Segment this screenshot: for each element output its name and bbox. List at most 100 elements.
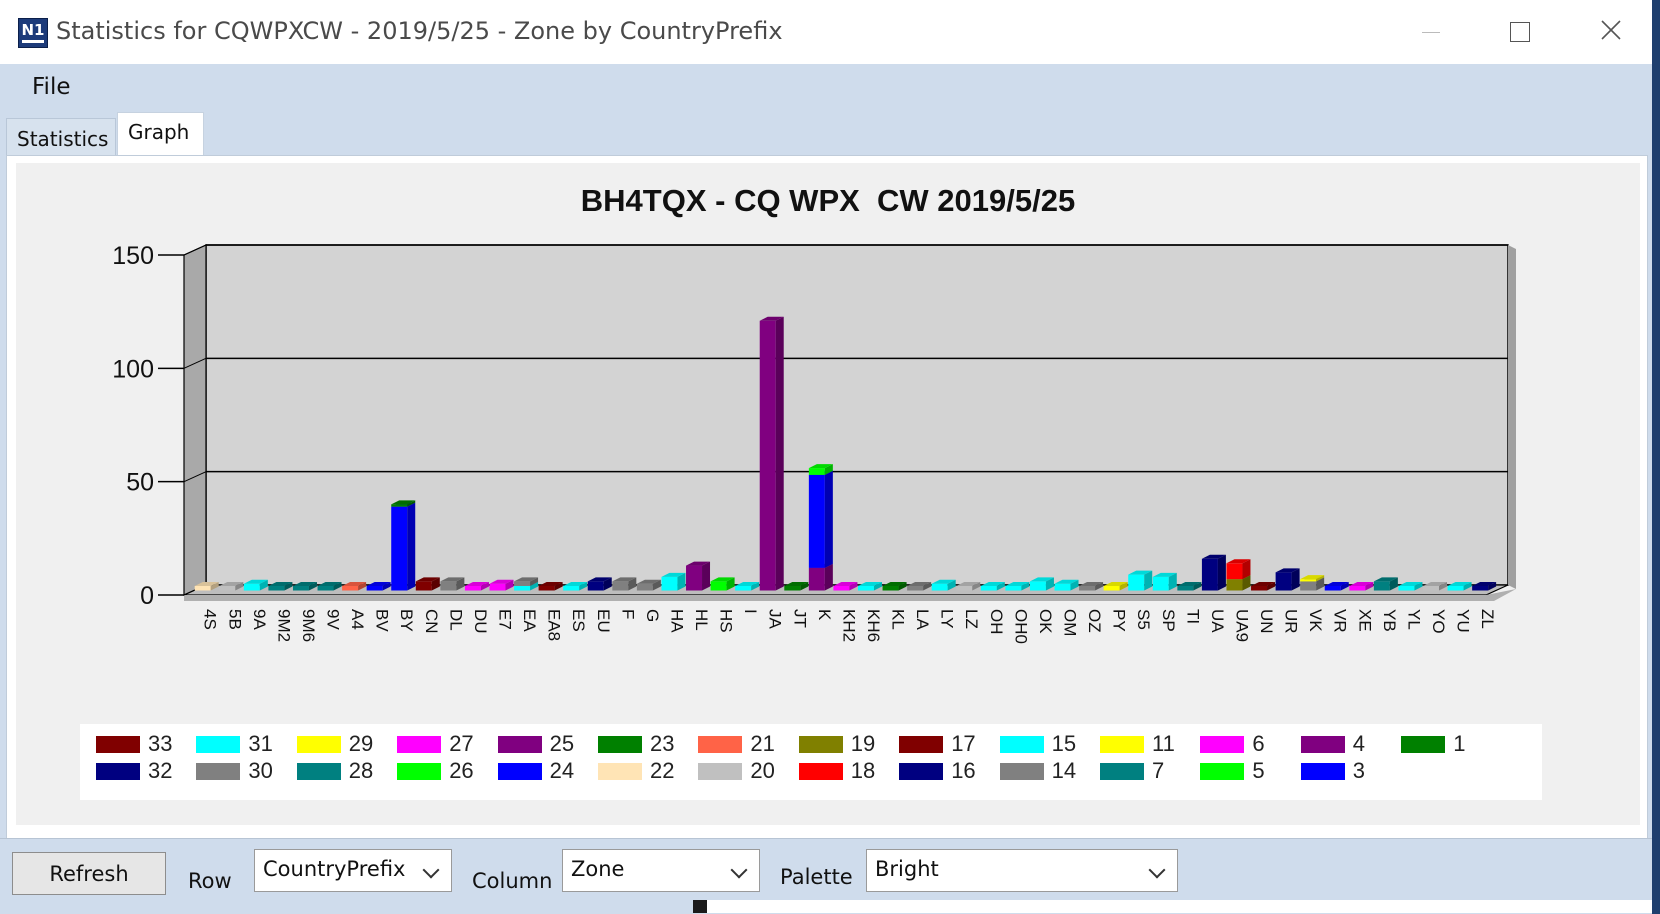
bar-segment (980, 585, 997, 591)
bar-segment (686, 565, 703, 591)
y-tick-label: 0 (140, 582, 154, 610)
legend-swatch (497, 736, 542, 753)
x-tick-label: XE (1355, 609, 1374, 632)
bar-segment (1079, 585, 1096, 591)
legend-swatch (1200, 763, 1245, 780)
legend-swatch (1100, 736, 1144, 753)
palette-select-value: Bright (875, 857, 939, 881)
chevron-down-icon (1148, 861, 1166, 879)
legend-swatch (296, 736, 341, 753)
legend-label: 24 (549, 758, 575, 783)
x-tick-label: HA (667, 609, 686, 633)
legend-label: 15 (1051, 731, 1077, 756)
bar-segment (219, 585, 236, 591)
bar-segment (342, 585, 359, 591)
bar-segment (1349, 585, 1366, 591)
bar-segment (735, 585, 752, 591)
x-tick-label: JA (766, 609, 785, 630)
legend-label: 4 (1352, 731, 1366, 756)
bar-segment (1226, 579, 1243, 591)
bar-segment-side (824, 563, 833, 591)
bar-segment (931, 583, 948, 591)
chart-left-wall (183, 244, 207, 596)
palette-select[interactable]: Bright (866, 849, 1178, 892)
legend-swatch (698, 736, 743, 753)
bar-segment (1054, 583, 1071, 591)
x-tick-label: OM (1061, 609, 1080, 636)
bar-segment (1472, 585, 1489, 591)
x-tick-label: E7 (495, 609, 514, 630)
minimize-button[interactable] (1400, 10, 1460, 54)
y-tick-label: 50 (126, 469, 154, 497)
bar-segment (661, 576, 678, 591)
refresh-button[interactable]: Refresh (12, 852, 166, 895)
x-tick-label: HL (692, 609, 711, 631)
tab-graph[interactable]: Graph (117, 112, 204, 158)
bar-segment (808, 474, 825, 568)
bar-segment (1398, 585, 1415, 591)
legend-label: 7 (1152, 758, 1165, 783)
row-select-value: CountryPrefix (263, 857, 406, 881)
x-tick-label: 9V (324, 609, 343, 630)
column-select[interactable]: Zone (562, 849, 760, 892)
legend-label: 14 (1051, 758, 1077, 783)
legend-swatch (1401, 736, 1446, 753)
x-tick-label: UR (1282, 609, 1301, 634)
legend-swatch (1200, 736, 1245, 753)
x-tick-label: KH2 (839, 609, 858, 642)
close-icon (1601, 20, 1621, 40)
close-button[interactable] (1580, 10, 1640, 54)
bar-segment (1177, 585, 1194, 591)
x-tick-label: BY (397, 609, 416, 632)
bar-segment (1373, 581, 1390, 591)
bar-segment (857, 585, 874, 591)
bar-segment (882, 585, 899, 591)
bar-segment-side (775, 316, 784, 591)
menu-file[interactable]: File (32, 74, 71, 100)
legend-label: 27 (449, 731, 474, 756)
row-select[interactable]: CountryPrefix (254, 849, 452, 892)
legend-swatch (598, 736, 642, 753)
bar-segment (514, 581, 531, 586)
legend-label: 29 (348, 731, 374, 756)
x-tick-label: OK (1036, 609, 1055, 634)
bar-segment (268, 585, 285, 591)
bar-segment-side (702, 561, 711, 591)
x-tick-label: 9M6 (299, 609, 318, 642)
bar-segment (808, 567, 825, 591)
legend-swatch (798, 736, 843, 753)
bar-segment (391, 506, 408, 591)
bar-segment (956, 585, 973, 591)
legend-label: 33 (148, 731, 173, 756)
x-tick-label: SP (1159, 609, 1178, 632)
x-tick-label: EA (520, 609, 539, 632)
legend-label: 28 (348, 758, 374, 783)
x-tick-label: BV (373, 609, 392, 632)
x-tick-label: 5B (225, 609, 244, 630)
legend-swatch (96, 763, 140, 780)
bar-segment (489, 583, 506, 591)
bar-segment (1300, 581, 1317, 591)
chart-area: BH4TQX - CQ WPX CW 2019/5/25 0 50 100 150 4S… (16, 163, 1640, 825)
legend-swatch (397, 736, 442, 753)
x-tick-label: TI (1183, 609, 1202, 624)
chart-legend: 33 31 29 27 25 23 21 19 17 15 11 6 4 1 32 30 28 26 24 22 20 1… (80, 724, 1542, 800)
x-tick-label: YU (1454, 609, 1473, 633)
x-tick-label: EU (594, 609, 613, 633)
tab-statistics[interactable]: Statistics (6, 118, 116, 156)
bar-segment (243, 583, 260, 591)
bar-segment (391, 504, 408, 507)
x-tick-label: CN (422, 609, 441, 634)
bar-segment (833, 585, 850, 591)
chevron-down-icon (422, 861, 440, 879)
statistics-window: N1 Statistics for CQWPXCW - 2019/5/25 - … (0, 0, 1653, 914)
title-bar[interactable]: N1 Statistics for CQWPXCW - 2019/5/25 - … (0, 0, 1652, 64)
legend-label: 20 (750, 758, 775, 783)
x-tick-label: ES (569, 609, 588, 632)
legend-swatch (999, 763, 1044, 780)
bar-segment (907, 585, 924, 591)
maximize-button[interactable] (1490, 10, 1550, 54)
x-tick-label: UA (1208, 609, 1227, 633)
legend-label: 22 (650, 758, 675, 783)
legend-label: 21 (750, 731, 775, 756)
